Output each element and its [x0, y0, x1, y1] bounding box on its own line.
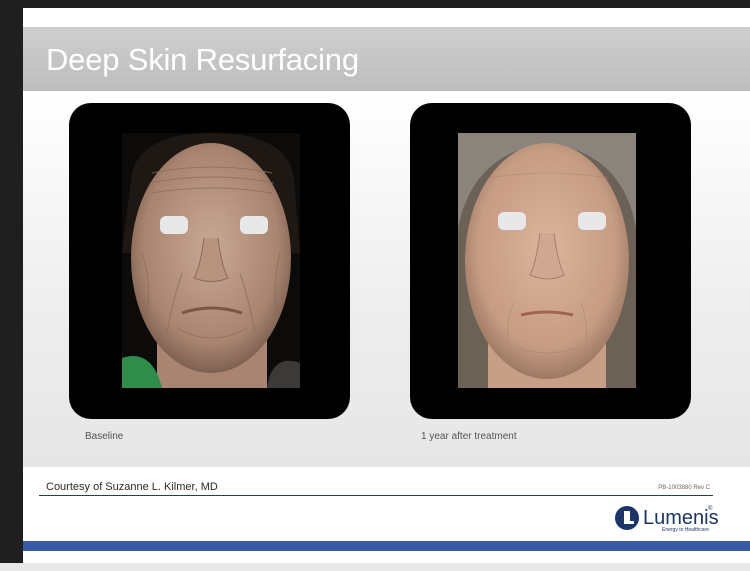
page-bottom-strip: [0, 563, 750, 571]
baseline-caption: Baseline: [85, 431, 124, 442]
footer-accent-bar: [23, 541, 750, 551]
lumenis-logo-icon: [615, 506, 639, 530]
logo-tagline: Energy to Healthcare: [662, 527, 709, 533]
after-face-photo: [458, 133, 636, 388]
slide-title: Deep Skin Resurfacing: [46, 42, 359, 77]
courtesy-credit: Courtesy of Suzanne L. Kilmer, MD: [46, 481, 218, 493]
part-number: PB-1003880 Rev C: [658, 485, 710, 491]
before-face-photo: [122, 133, 300, 388]
footer-divider: [39, 495, 713, 496]
lumenis-logo: Lumenis ® Energy to Healthcare: [615, 506, 725, 533]
after-photo-frame: [410, 103, 691, 419]
slide: Deep Skin Resurfacing Baseline 1 year af…: [23, 8, 750, 563]
after-caption: 1 year after treatment: [421, 431, 517, 442]
before-photo-frame: [69, 103, 350, 419]
registered-mark: ®: [708, 506, 713, 512]
